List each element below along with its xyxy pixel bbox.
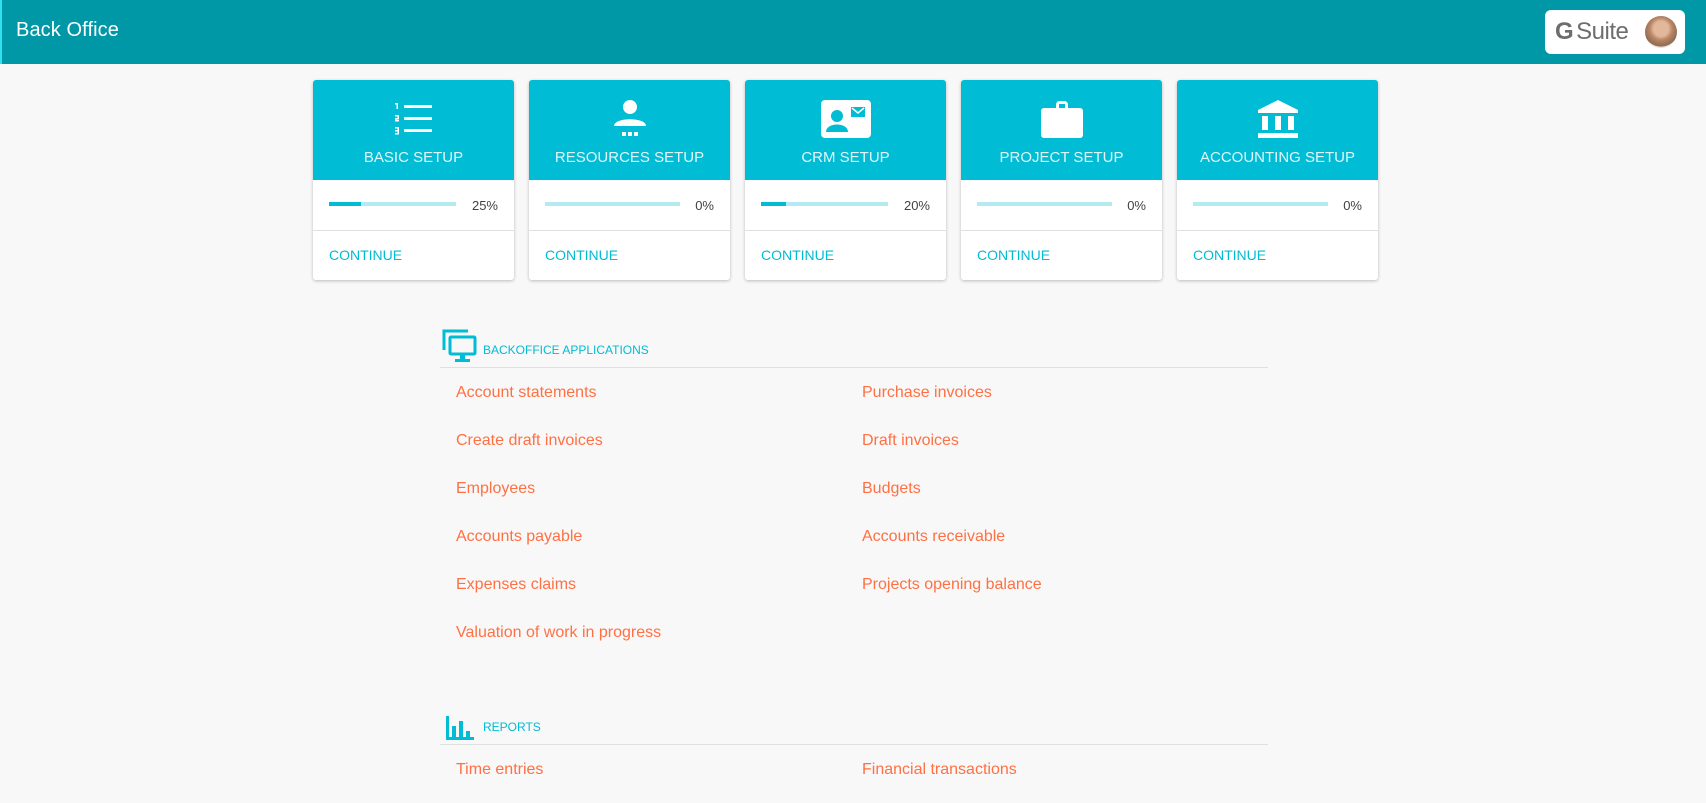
progress-percent: 0% [1127, 198, 1146, 213]
gsuite-account-button[interactable]: G Suite [1545, 10, 1685, 54]
progress-bar [761, 202, 888, 206]
progress-fill [329, 202, 361, 206]
monitors-icon [442, 329, 477, 362]
card-progress: 25% [313, 180, 514, 231]
card-progress: 0% [961, 180, 1162, 231]
progress-bar [329, 202, 456, 206]
setup-card-crm: CRM SETUP 20% CONTINUE [745, 80, 946, 280]
setup-cards: BASIC SETUP 25% CONTINUE RESOURCES SETUP… [313, 80, 1378, 280]
card-progress: 0% [529, 180, 730, 231]
applications-links: Account statements Purchase invoices Cre… [440, 368, 1268, 656]
progress-bar [545, 202, 680, 206]
backoffice-applications-section: BACKOFFICE APPLICATIONS Account statemen… [440, 328, 1268, 656]
progress-percent: 25% [471, 198, 498, 213]
reports-links: Time entries Financial transactions [440, 745, 1268, 793]
link-create-draft-invoices[interactable]: Create draft invoices [456, 416, 862, 464]
card-title: PROJECT SETUP [999, 149, 1124, 166]
progress-fill [761, 202, 787, 206]
section-header: REPORTS [440, 705, 1268, 745]
card-header: CRM SETUP [745, 80, 946, 180]
section-header: BACKOFFICE APPLICATIONS [440, 328, 1268, 368]
card-header: BASIC SETUP [313, 80, 514, 180]
section-title: BACKOFFICE APPLICATIONS [483, 343, 649, 357]
card-title: ACCOUNTING SETUP [1199, 149, 1355, 166]
link-accounts-payable[interactable]: Accounts payable [456, 512, 862, 560]
progress-bar [1193, 202, 1328, 206]
card-header: ACCOUNTING SETUP [1177, 80, 1378, 180]
briefcase-icon [1040, 101, 1083, 138]
numbered-list-icon [394, 103, 432, 135]
continue-button[interactable]: CONTINUE [329, 247, 402, 263]
continue-button[interactable]: CONTINUE [1193, 247, 1266, 263]
card-title: RESOURCES SETUP [554, 149, 705, 166]
contact-card-icon [820, 100, 871, 138]
progress-percent: 0% [1343, 198, 1362, 213]
link-expenses-claims[interactable]: Expenses claims [456, 560, 862, 608]
card-title: BASIC SETUP [363, 149, 464, 166]
link-purchase-invoices[interactable]: Purchase invoices [862, 368, 1268, 416]
card-title: CRM SETUP [801, 149, 890, 166]
avatar[interactable] [1645, 16, 1677, 48]
progress-bar [977, 202, 1112, 206]
link-projects-opening-balance[interactable]: Projects opening balance [862, 560, 1268, 608]
link-employees[interactable]: Employees [456, 464, 862, 512]
progress-percent: 0% [695, 198, 714, 213]
link-valuation-work-in-progress[interactable]: Valuation of work in progress [456, 608, 862, 656]
link-budgets[interactable]: Budgets [862, 464, 1268, 512]
bank-icon [1257, 100, 1298, 138]
gsuite-logo: G Suite [1555, 18, 1629, 45]
continue-button[interactable]: CONTINUE [977, 247, 1050, 263]
card-progress: 0% [1177, 180, 1378, 231]
setup-card-basic: BASIC SETUP 25% CONTINUE [313, 80, 514, 280]
setup-card-project: PROJECT SETUP 0% CONTINUE [961, 80, 1162, 280]
continue-button[interactable]: CONTINUE [545, 247, 618, 263]
card-progress: 20% [745, 180, 946, 231]
progress-percent: 20% [903, 198, 930, 213]
link-financial-transactions[interactable]: Financial transactions [862, 745, 1268, 793]
top-app-bar: Back Office G Suite [0, 0, 1706, 64]
app-title: Back Office [16, 19, 119, 41]
card-header: RESOURCES SETUP [529, 80, 730, 180]
reports-section: REPORTS Time entries Financial transacti… [440, 705, 1268, 793]
card-header: PROJECT SETUP [961, 80, 1162, 180]
section-title: REPORTS [483, 720, 541, 734]
link-account-statements[interactable]: Account statements [456, 368, 862, 416]
link-time-entries[interactable]: Time entries [456, 745, 862, 793]
continue-button[interactable]: CONTINUE [761, 247, 834, 263]
setup-card-resources: RESOURCES SETUP 0% CONTINUE [529, 80, 730, 280]
link-accounts-receivable[interactable]: Accounts receivable [862, 512, 1268, 560]
setup-card-accounting: ACCOUNTING SETUP 0% CONTINUE [1177, 80, 1378, 280]
link-draft-invoices[interactable]: Draft invoices [862, 416, 1268, 464]
bar-chart-icon [446, 716, 474, 740]
person-resources-icon [613, 100, 646, 136]
